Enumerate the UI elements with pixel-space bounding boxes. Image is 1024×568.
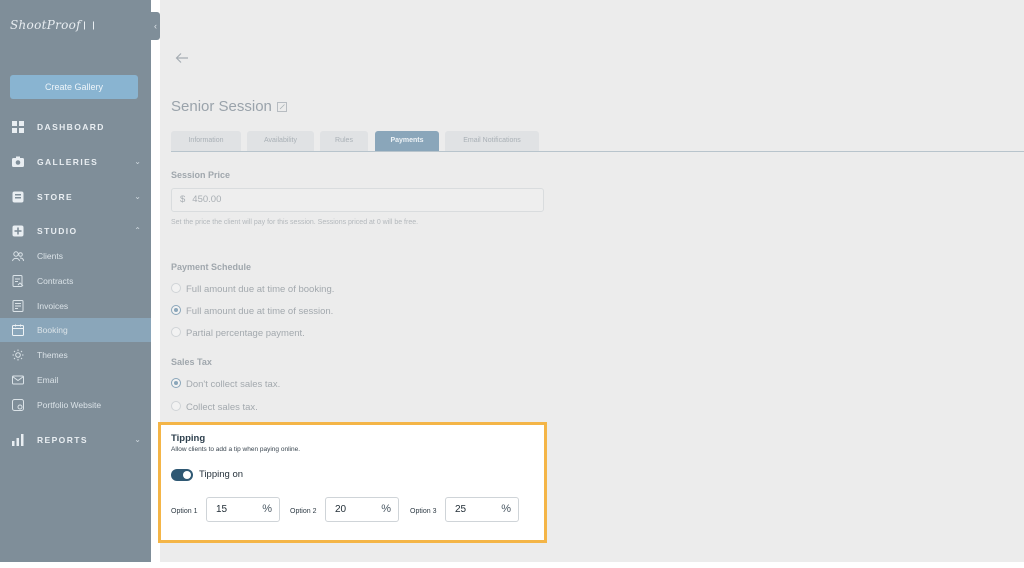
sidebar-item-label: Portfolio Website <box>37 400 102 410</box>
sales-tax-option-none[interactable]: Don't collect sales tax. <box>171 378 280 392</box>
tab-rules[interactable]: Rules <box>320 131 368 151</box>
store-icon <box>12 191 24 203</box>
logo-frame-icon <box>83 21 94 30</box>
payment-schedule-label: Payment Schedule <box>171 262 252 272</box>
percent-sign: % <box>381 503 391 515</box>
logo-text: ShootProof <box>10 18 81 32</box>
nav-reports-label: REPORTS <box>37 435 88 445</box>
sidebar-item-label: Email <box>37 375 59 385</box>
sidebar-item-invoices[interactable]: Invoices <box>0 294 151 318</box>
sidebar-item-label: Booking <box>37 325 68 335</box>
tab-information[interactable]: Information <box>171 131 241 151</box>
bottom-strip <box>0 562 1024 568</box>
percent-sign: % <box>262 503 272 515</box>
edit-icon[interactable] <box>277 102 287 112</box>
radio-button[interactable] <box>171 283 181 293</box>
tip-option-2-label: Option 2 <box>290 508 317 515</box>
tipping-card: Tipping Allow clients to add a tip when … <box>158 422 547 543</box>
nav-studio[interactable]: STUDIO ⌃ <box>0 219 151 243</box>
tipping-toggle-label: Tipping on <box>199 469 244 480</box>
sidebar-item-label: Contracts <box>37 276 74 286</box>
sun-icon <box>12 349 24 361</box>
chevron-down-icon: ⌄ <box>134 192 141 201</box>
calendar-icon <box>12 324 24 336</box>
tip-option-2-input[interactable]: 20 % <box>325 497 399 522</box>
sales-tax-label: Sales Tax <box>171 357 212 367</box>
tip-option-1-input[interactable]: 15 % <box>206 497 280 522</box>
bar-chart-icon <box>12 434 24 446</box>
tab-email-notifications[interactable]: Email Notifications <box>445 131 539 151</box>
radio-button-selected[interactable] <box>171 305 181 315</box>
tip-option-3-input[interactable]: 25 % <box>445 497 519 522</box>
sidebar-item-portfolio-website[interactable]: Portfolio Website <box>0 393 151 417</box>
contract-icon <box>12 275 24 287</box>
tipping-title: Tipping <box>171 433 206 444</box>
chevron-down-icon: ⌄ <box>134 435 141 444</box>
nav-store[interactable]: STORE ⌄ <box>0 185 151 209</box>
radio-label: Collect sales tax. <box>186 402 258 413</box>
nav-dashboard[interactable]: DASHBOARD <box>0 115 151 139</box>
nav-galleries-label: GALLERIES <box>37 157 99 167</box>
invoice-icon <box>12 300 24 312</box>
sidebar: ShootProof Create Gallery DASHBOARD GALL… <box>0 0 151 562</box>
page-title: Senior Session <box>171 98 272 115</box>
sidebar-item-themes[interactable]: Themes <box>0 343 151 367</box>
website-icon <box>12 399 24 411</box>
mail-icon <box>12 375 24 385</box>
studio-icon <box>12 225 24 237</box>
create-gallery-button[interactable]: Create Gallery <box>10 75 138 99</box>
payment-option-session[interactable]: Full amount due at time of session. <box>171 305 333 319</box>
nav-dashboard-label: DASHBOARD <box>37 122 105 132</box>
sidebar-item-booking[interactable]: Booking <box>0 318 151 342</box>
radio-button[interactable] <box>171 327 181 337</box>
session-price-help: Set the price the client will pay for th… <box>171 219 419 226</box>
tip-option-3-value: 25 <box>455 504 467 515</box>
payment-option-partial[interactable]: Partial percentage payment. <box>171 327 305 341</box>
nav-galleries[interactable]: GALLERIES ⌄ <box>0 150 151 174</box>
chevron-up-icon: ⌃ <box>134 226 141 235</box>
sidebar-item-clients[interactable]: Clients <box>0 244 151 268</box>
session-price-value: 450.00 <box>192 194 222 205</box>
sidebar-item-label: Clients <box>37 251 63 261</box>
users-icon <box>12 251 24 262</box>
tip-option-3-label: Option 3 <box>410 508 437 515</box>
chevron-down-icon: ⌄ <box>134 157 141 166</box>
session-price-input[interactable]: $450.00 <box>171 188 544 212</box>
radio-button-selected[interactable] <box>171 378 181 388</box>
grid-icon <box>12 121 24 133</box>
percent-sign: % <box>501 503 511 515</box>
payment-option-booking[interactable]: Full amount due at time of booking. <box>171 283 334 297</box>
logo[interactable]: ShootProof <box>10 18 94 32</box>
tipping-toggle[interactable] <box>171 469 193 481</box>
tab-availability[interactable]: Availability <box>247 131 314 151</box>
radio-label: Full amount due at time of session. <box>186 306 334 317</box>
currency-symbol: $ <box>180 194 186 205</box>
tip-option-2-value: 20 <box>335 504 347 515</box>
tab-divider <box>171 151 1024 152</box>
tipping-subtitle: Allow clients to add a tip when paying o… <box>171 446 300 453</box>
tip-option-1-label: Option 1 <box>171 508 198 515</box>
radio-label: Don't collect sales tax. <box>186 379 281 390</box>
sidebar-item-label: Themes <box>37 350 68 360</box>
back-arrow-icon[interactable] <box>175 52 189 64</box>
sidebar-item-email[interactable]: Email <box>0 368 151 392</box>
sales-tax-option-collect[interactable]: Collect sales tax. <box>171 401 258 415</box>
session-price-label: Session Price <box>171 170 231 180</box>
sidebar-item-contracts[interactable]: Contracts <box>0 269 151 293</box>
tab-payments[interactable]: Payments <box>375 131 439 151</box>
collapse-sidebar-button[interactable]: ‹ <box>151 12 160 40</box>
nav-reports[interactable]: REPORTS ⌄ <box>0 428 151 452</box>
nav-studio-label: STUDIO <box>37 226 78 236</box>
nav-store-label: STORE <box>37 192 74 202</box>
radio-label: Full amount due at time of booking. <box>186 284 335 295</box>
tip-option-1-value: 15 <box>216 504 228 515</box>
radio-label: Partial percentage payment. <box>186 328 305 339</box>
camera-icon <box>12 156 24 167</box>
radio-button[interactable] <box>171 401 181 411</box>
sidebar-item-label: Invoices <box>37 301 69 311</box>
